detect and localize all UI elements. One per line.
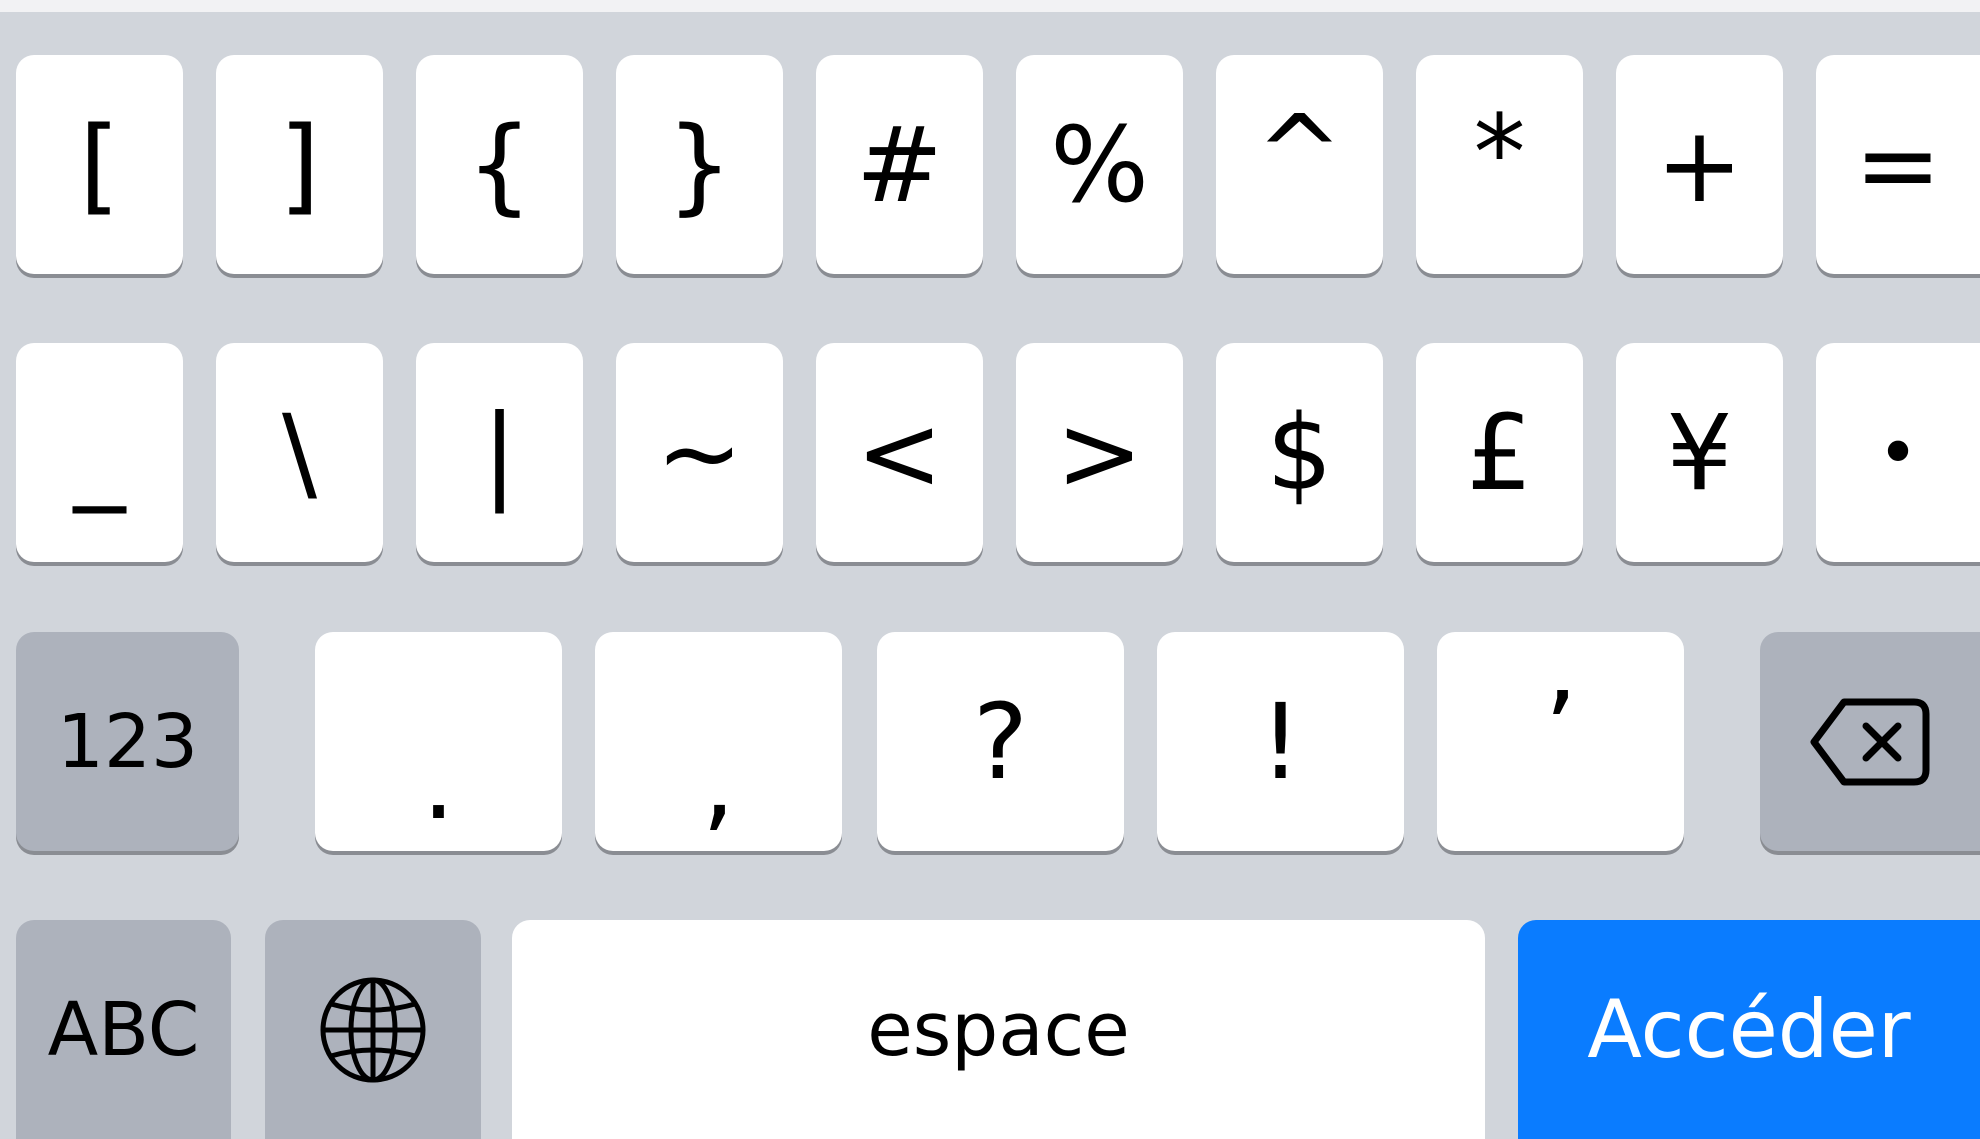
key-question[interactable]: ? [877, 632, 1124, 851]
key-period[interactable]: . [315, 632, 562, 851]
key-tilde[interactable]: ~ [616, 343, 783, 562]
key-pound[interactable]: £ [1416, 343, 1583, 562]
space-label: espace [867, 986, 1130, 1073]
globe-icon [319, 976, 427, 1084]
key-label: # [855, 103, 944, 226]
key-label: _ [73, 391, 126, 514]
key-label: ¥ [1666, 391, 1733, 514]
key-label: . [421, 720, 456, 843]
key-less-than[interactable]: < [816, 343, 983, 562]
keyboard-top-edge [0, 0, 1980, 12]
key-label: \ [281, 391, 318, 514]
key-label: • [1877, 411, 1919, 494]
key-left-bracket[interactable]: [ [16, 55, 183, 274]
key-label: £ [1466, 391, 1533, 514]
key-dollar[interactable]: $ [1216, 343, 1383, 562]
key-label: < [855, 391, 944, 514]
key-label: [ [79, 103, 120, 226]
key-label: { [466, 103, 533, 226]
key-exclamation[interactable]: ! [1157, 632, 1404, 851]
key-pipe[interactable]: | [416, 343, 583, 562]
key-label: $ [1266, 391, 1333, 514]
key-label: ~ [655, 391, 744, 514]
abc-mode-key[interactable]: ABC [16, 920, 231, 1139]
keyboard: [ ] { } # % ^ * + = _ \ | ~ < > $ £ ¥ • … [0, 0, 1980, 1139]
key-label: > [1055, 391, 1144, 514]
key-label: + [1655, 103, 1744, 226]
go-label: Accéder [1587, 982, 1911, 1076]
key-caret[interactable]: ^ [1216, 55, 1383, 274]
key-label: = [1854, 103, 1942, 226]
key-label: ? [972, 680, 1029, 803]
globe-key[interactable] [265, 920, 481, 1139]
key-label: | [481, 391, 518, 514]
key-label: , [701, 720, 736, 843]
key-plus[interactable]: + [1616, 55, 1783, 274]
key-percent[interactable]: % [1016, 55, 1183, 274]
numbers-mode-label: 123 [56, 698, 199, 785]
key-label: ^ [1255, 91, 1344, 214]
key-right-brace[interactable]: } [616, 55, 783, 274]
key-apostrophe[interactable]: ’ [1437, 632, 1684, 851]
key-bullet[interactable]: • [1816, 343, 1980, 562]
key-asterisk[interactable]: * [1416, 55, 1583, 274]
key-label: % [1050, 103, 1149, 226]
key-label: ’ [1543, 668, 1578, 791]
key-label: ! [1259, 680, 1302, 803]
key-greater-than[interactable]: > [1016, 343, 1183, 562]
numbers-mode-key[interactable]: 123 [16, 632, 239, 851]
key-left-brace[interactable]: { [416, 55, 583, 274]
key-backslash[interactable]: \ [216, 343, 383, 562]
delete-icon [1808, 696, 1932, 788]
key-hash[interactable]: # [816, 55, 983, 274]
key-equals[interactable]: = [1816, 55, 1980, 274]
key-label: ] [279, 103, 320, 226]
go-key[interactable]: Accéder [1518, 920, 1980, 1139]
key-yen[interactable]: ¥ [1616, 343, 1783, 562]
key-comma[interactable]: , [595, 632, 842, 851]
key-underscore[interactable]: _ [16, 343, 183, 562]
abc-mode-label: ABC [47, 986, 200, 1073]
space-key[interactable]: espace [512, 920, 1485, 1139]
key-label: } [666, 103, 733, 226]
delete-key[interactable] [1760, 632, 1980, 851]
key-label: * [1473, 91, 1526, 214]
key-right-bracket[interactable]: ] [216, 55, 383, 274]
